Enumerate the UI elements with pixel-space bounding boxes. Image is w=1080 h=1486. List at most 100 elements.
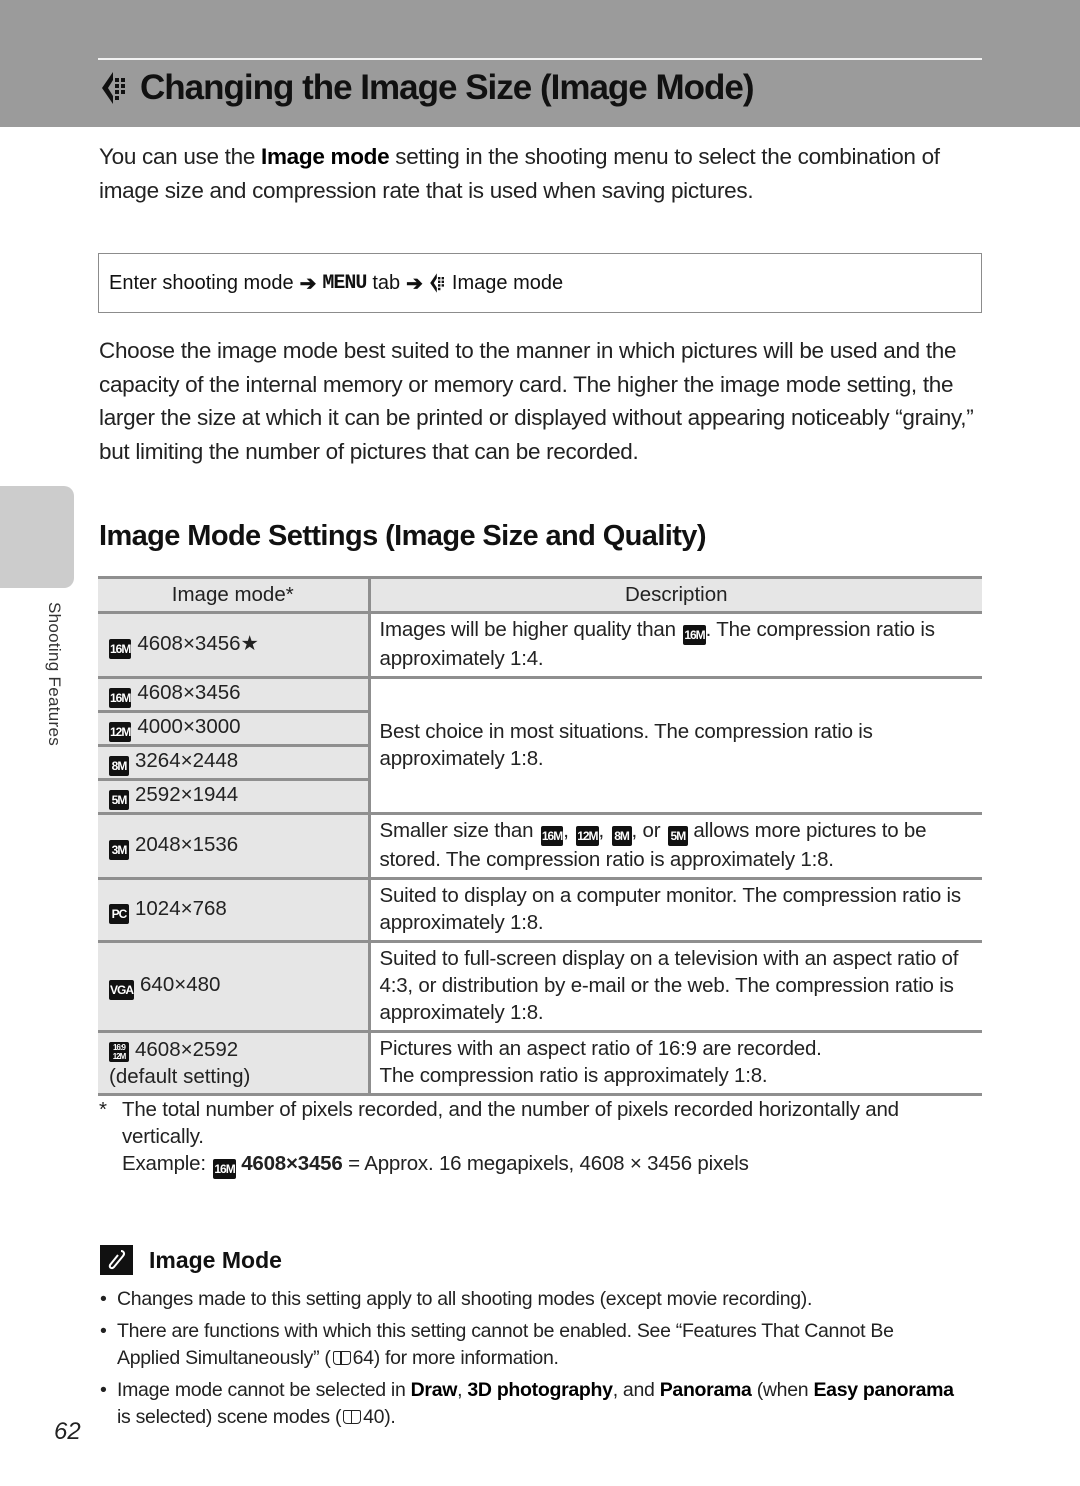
note-text: ,: [457, 1379, 468, 1401]
mode-value: 4608×3456: [137, 681, 241, 704]
side-tab: [0, 486, 74, 588]
menu-path-step-3: Image mode: [451, 271, 564, 294]
side-tab-label: Shooting Features: [45, 602, 64, 747]
example-rest: = Approx. 16 megapixels, 4608 × 3456 pix…: [342, 1152, 749, 1175]
8m-icon: 8M: [611, 826, 632, 846]
mode-value: 4608×2592: [135, 1038, 239, 1061]
default-setting-note: (default setting): [109, 1065, 251, 1088]
desc-cell: Suited to full-screen display on a telev…: [369, 940, 982, 1033]
example-bold: 4608×3456: [241, 1152, 343, 1175]
bold-term: Panorama: [659, 1379, 752, 1401]
8m-icon: 8M: [109, 756, 129, 776]
table-row: 16M 4608×3456 Best choice in most situati…: [98, 676, 982, 815]
16-9-icon: 16:9 12M: [109, 1042, 129, 1062]
desc-text: Pictures with an aspect ratio of 16:9 ar…: [379, 1037, 822, 1060]
table-row: PC 1024×768 Suited to display on a comput…: [98, 877, 982, 943]
mode-cell: VGA 640×480: [98, 940, 371, 1033]
16m-fine-icon: 16M: [109, 639, 131, 659]
desc-cell: Images will be higher quality than 16M. …: [369, 611, 982, 679]
note-text: ) for more information.: [373, 1347, 559, 1369]
footnote: * The total number of pixels recorded, a…: [99, 1096, 979, 1179]
header-image-mode: Image mode*: [98, 576, 371, 614]
header-rule: [98, 58, 982, 60]
note-text: Image mode cannot be selected in: [117, 1379, 411, 1401]
star-icon: ★: [240, 632, 259, 655]
table-row: VGA 640×480 Suited to full-screen display…: [98, 940, 982, 1033]
icon-line-2: 12M: [112, 1052, 127, 1061]
mode-cell: 16M 4608×3456: [98, 676, 371, 713]
mode-cell: 8M 3264×2448: [98, 744, 371, 781]
note-title: Image Mode: [149, 1246, 282, 1273]
note-text: (when: [751, 1379, 814, 1401]
intro-text: You can use the: [99, 144, 262, 169]
mode-cell: 16:9 12M 4608×2592 (default setting): [98, 1030, 371, 1096]
pencil-note-icon: [100, 1245, 133, 1275]
desc-cell: Smaller size than 16M, 12M, 8M, or 5M al…: [369, 812, 982, 880]
16m-icon: 16M: [213, 1159, 236, 1179]
desc-text: , or: [631, 819, 666, 842]
desc-text: ,: [598, 819, 610, 842]
12m-icon: 12M: [576, 826, 599, 846]
note-text: is selected) scene modes (: [117, 1406, 342, 1428]
table-row: 16M 4608×3456★ Images will be higher qual…: [98, 611, 982, 679]
menu-button-label: MENU: [322, 271, 367, 295]
bold-term: 3D photography: [467, 1379, 613, 1401]
page-number: 62: [54, 1418, 81, 1445]
note-text: , and: [612, 1379, 660, 1401]
image-mode-table: Image mode* Description 16M 4608×3456★ Im…: [98, 576, 982, 1096]
menu-path-step-1: Enter shooting mode: [109, 271, 294, 294]
mode-value: 1024×768: [135, 896, 227, 920]
12m-icon: 12M: [109, 722, 131, 742]
page-title: Changing the Image Size (Image Mode): [100, 68, 755, 108]
desc-text: Images will be higher quality than: [379, 618, 682, 641]
arrow-icon: ➔: [406, 272, 423, 295]
note-item: Changes made to this setting apply to al…: [98, 1286, 958, 1313]
note-item: Image mode cannot be selected in Draw, 3…: [98, 1377, 958, 1431]
footnote-marker: *: [99, 1098, 107, 1121]
table-row: 3M 2048×1536 Smaller size than 16M, 12M, …: [98, 812, 982, 880]
3m-icon: 3M: [109, 839, 129, 860]
menu-path-box: Enter shooting mode ➔ MENU tab ➔ Image m…: [98, 253, 982, 313]
mode-value: 2048×1536: [135, 832, 239, 856]
mode-value: 2592×1944: [135, 783, 239, 806]
image-mode-icon: [102, 72, 125, 104]
mode-cell: PC 1024×768: [98, 877, 371, 943]
mode-cell: 16M 4608×3456★: [98, 611, 371, 679]
page-ref[interactable]: 40: [363, 1406, 384, 1428]
mode-value: 640×480: [140, 973, 221, 996]
icon-line-1: 16:9: [112, 1043, 126, 1052]
table-header-row: Image mode* Description: [98, 576, 982, 614]
desc-text: The compression ratio is approximately 1…: [379, 1064, 768, 1087]
pc-icon: PC: [109, 903, 129, 924]
5m-icon: 5M: [667, 826, 688, 846]
5m-icon: 5M: [109, 790, 129, 810]
note-list: Changes made to this setting apply to al…: [98, 1286, 958, 1436]
16m-icon: 16M: [540, 826, 563, 846]
book-icon: [332, 1351, 351, 1365]
book-icon: [343, 1410, 362, 1424]
mode-cell: 5M 2592×1944: [98, 778, 371, 815]
bold-term: Draw: [410, 1379, 458, 1401]
mode-cell: 12M 4000×3000: [98, 710, 371, 747]
footnote-text: The total number of pixels recorded, and…: [122, 1098, 899, 1148]
section-title: Image Mode Settings (Image Size and Qual…: [99, 520, 706, 552]
mode-value: 3264×2448: [135, 749, 239, 772]
arrow-icon: ➔: [299, 272, 317, 295]
vga-icon: VGA: [109, 980, 134, 1000]
mode-value: 4000×3000: [137, 715, 241, 738]
note-item: There are functions with which this sett…: [98, 1318, 958, 1372]
page-title-text: Changing the Image Size (Image Mode): [140, 68, 755, 107]
choose-paragraph: Choose the image mode best suited to the…: [99, 338, 974, 464]
page-ref[interactable]: 64: [353, 1347, 374, 1369]
image-mode-icon: [430, 273, 444, 293]
16m-icon: 16M: [109, 688, 131, 708]
16m-icon: 16M: [683, 625, 706, 645]
table-row: 16:9 12M 4608×2592 (default setting) Pictur…: [98, 1030, 982, 1096]
desc-text: ,: [563, 819, 575, 842]
mode-value: 4608×3456: [137, 632, 241, 655]
desc-cell: Pictures with an aspect ratio of 16:9 ar…: [369, 1030, 982, 1096]
desc-text: Smaller size than: [379, 819, 539, 842]
note-text: ).: [384, 1406, 396, 1428]
mode-cell: 3M 2048×1536: [98, 812, 371, 880]
menu-path-step-2: tab: [372, 271, 401, 294]
